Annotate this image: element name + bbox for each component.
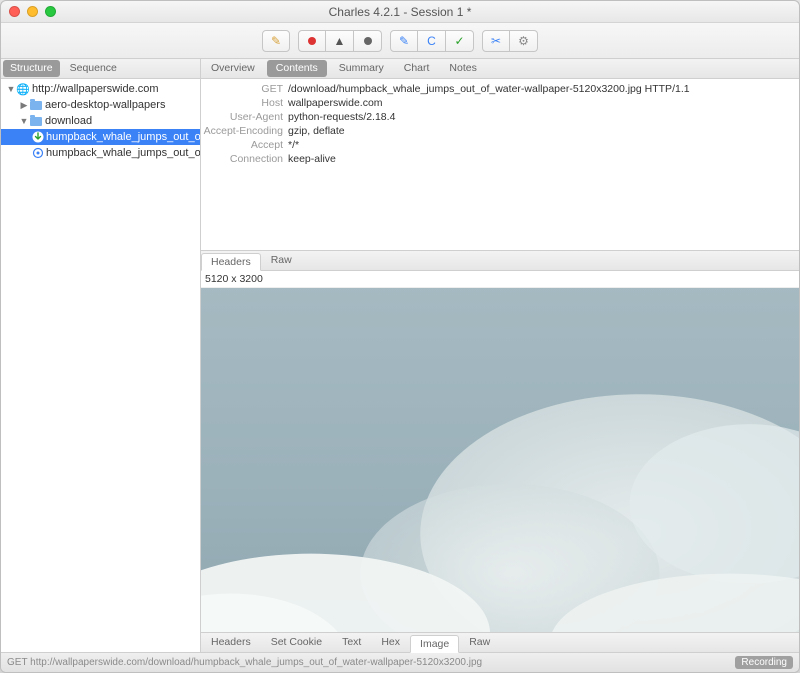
toolbar-tools-button[interactable]: ✂ — [482, 30, 510, 52]
request-method: GET — [203, 83, 288, 95]
sidebar-tab-sequence[interactable]: Sequence — [62, 59, 125, 78]
request-header-row: User-Agentpython-requests/2.18.4 — [203, 110, 797, 124]
check-icon: ✓ — [454, 34, 464, 48]
request-line: GET /download/humpback_whale_jumps_out_o… — [203, 82, 797, 96]
toolbar-broom-button[interactable]: ✎ — [262, 30, 290, 52]
sidebar-tabs: Structure Sequence — [1, 59, 200, 79]
gear-icon: ⚙ — [518, 34, 529, 48]
request-subtab-headers[interactable]: Headers — [201, 253, 261, 271]
request-subtabs: Headers Raw — [201, 250, 799, 270]
statusbar-text: GET http://wallpaperswide.com/download/h… — [7, 657, 482, 668]
tree-host-node[interactable]: ▼ 🌐 http://wallpaperswide.com — [1, 81, 200, 97]
response-subtab-image[interactable]: Image — [410, 635, 459, 653]
toolbar-tools-group: ✂ ⚙ — [482, 30, 538, 52]
tree-node-label: aero-desktop-wallpapers — [45, 99, 165, 111]
toolbar-validate-button[interactable]: ✓ — [446, 30, 474, 52]
tree-node-label: humpback_whale_jumps_out_of_water-wallpa… — [46, 147, 200, 159]
pending-icon — [32, 146, 44, 160]
toolbar: ✎ ▲ ✎ C ✓ ✂ ⚙ — [1, 23, 799, 59]
traffic-lights — [9, 6, 56, 17]
request-header-row: Hostwallpaperswide.com — [203, 96, 797, 110]
response-subtab-setcookie[interactable]: Set Cookie — [261, 633, 332, 652]
minimize-window-button[interactable] — [27, 6, 38, 17]
record-icon — [308, 37, 316, 45]
tree-request-node[interactable]: humpback_whale_jumps_out_of_water-wallpa… — [1, 145, 200, 161]
sidebar-tab-structure[interactable]: Structure — [3, 60, 60, 77]
stop-icon — [364, 37, 372, 45]
toolbar-stop-button[interactable] — [354, 30, 382, 52]
tree-folder-node[interactable]: ▶ aero-desktop-wallpapers — [1, 97, 200, 113]
turtle-icon: ▲ — [334, 34, 346, 48]
request-header-row: Connectionkeep-alive — [203, 152, 797, 166]
toolbar-throttle-button[interactable]: ▲ — [326, 30, 354, 52]
main-tab-chart[interactable]: Chart — [394, 59, 440, 78]
request-header-row: Accept-Encodinggzip, deflate — [203, 124, 797, 138]
zoom-window-button[interactable] — [45, 6, 56, 17]
response-subtab-headers[interactable]: Headers — [201, 633, 261, 652]
response-subtabs: Headers Set Cookie Text Hex Image Raw — [201, 632, 799, 652]
toolbar-settings-button[interactable]: ⚙ — [510, 30, 538, 52]
main-panel: Overview Contents Summary Chart Notes GE… — [201, 59, 799, 652]
sidebar-tree[interactable]: ▼ 🌐 http://wallpaperswide.com ▶ aero-des… — [1, 79, 200, 652]
app-window: Charles 4.2.1 - Session 1 * ✎ ▲ ✎ C ✓ ✂ … — [0, 0, 800, 673]
response-subtab-text[interactable]: Text — [332, 633, 371, 652]
disclosure-triangle-icon[interactable]: ▶ — [19, 100, 29, 111]
request-pane: GET /download/humpback_whale_jumps_out_o… — [201, 79, 799, 271]
refresh-icon: C — [427, 34, 436, 48]
request-subtab-raw[interactable]: Raw — [261, 251, 302, 270]
tree-folder-node[interactable]: ▼ download — [1, 113, 200, 129]
body: Structure Sequence ▼ 🌐 http://wallpapers… — [1, 59, 799, 652]
disclosure-triangle-icon[interactable]: ▼ — [19, 116, 29, 126]
broom-icon: ✎ — [271, 34, 281, 48]
folder-icon — [29, 114, 43, 128]
toolbar-record-group: ▲ — [298, 30, 382, 52]
request-header-row: Accept*/* — [203, 138, 797, 152]
response-image-view[interactable] — [201, 288, 799, 632]
window-title: Charles 4.2.1 - Session 1 * — [329, 5, 472, 19]
tree-node-label: humpback_whale_jumps_out_of_water-wallpa… — [46, 131, 200, 143]
response-subtab-hex[interactable]: Hex — [371, 633, 410, 652]
response-pane: 5120 x 3200 — [201, 271, 799, 652]
pencil-icon: ✎ — [399, 34, 409, 48]
toolbar-edit-button[interactable]: ✎ — [390, 30, 418, 52]
request-headers-view[interactable]: GET /download/humpback_whale_jumps_out_o… — [201, 79, 799, 250]
tree-node-label: http://wallpaperswide.com — [32, 83, 159, 95]
statusbar: GET http://wallpaperswide.com/download/h… — [1, 652, 799, 672]
response-image — [201, 288, 799, 632]
toolbar-refresh-button[interactable]: C — [418, 30, 446, 52]
close-window-button[interactable] — [9, 6, 20, 17]
main-tab-summary[interactable]: Summary — [329, 59, 394, 78]
sidebar: Structure Sequence ▼ 🌐 http://wallpapers… — [1, 59, 201, 652]
download-arrow-icon — [32, 130, 44, 144]
request-path: /download/humpback_whale_jumps_out_of_wa… — [288, 83, 797, 95]
scissors-icon: ✂ — [491, 34, 501, 48]
toolbar-edit-group: ✎ C ✓ — [390, 30, 474, 52]
main-tab-overview[interactable]: Overview — [201, 59, 265, 78]
disclosure-triangle-icon[interactable]: ▼ — [6, 84, 16, 94]
folder-icon — [29, 98, 43, 112]
tree-request-node[interactable]: humpback_whale_jumps_out_of_water-wallpa… — [1, 129, 200, 145]
main-tab-contents[interactable]: Contents — [267, 60, 327, 77]
recording-indicator[interactable]: Recording — [735, 656, 793, 669]
tree-node-label: download — [45, 115, 92, 127]
globe-icon: 🌐 — [16, 82, 30, 96]
response-subtab-raw[interactable]: Raw — [459, 633, 500, 652]
main-tabs: Overview Contents Summary Chart Notes — [201, 59, 799, 79]
main-tab-notes[interactable]: Notes — [439, 59, 486, 78]
image-dimensions-label: 5120 x 3200 — [201, 271, 799, 288]
toolbar-record-button[interactable] — [298, 30, 326, 52]
titlebar[interactable]: Charles 4.2.1 - Session 1 * — [1, 1, 799, 23]
